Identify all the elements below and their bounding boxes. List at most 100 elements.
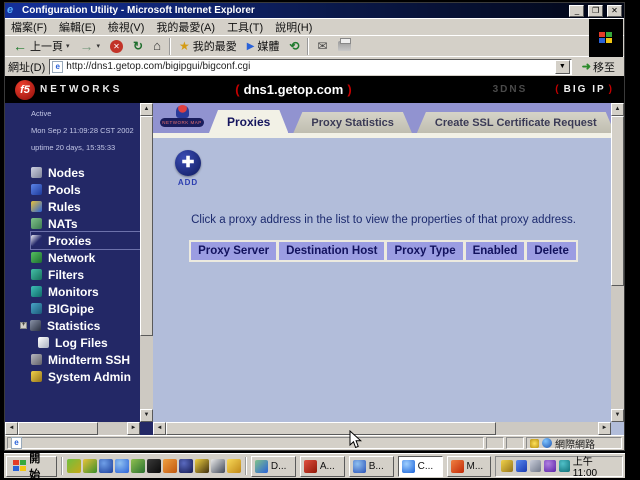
clock[interactable]: 上午 11:00 (573, 453, 617, 479)
sidebar-vertical-scrollbar[interactable] (140, 103, 153, 422)
scroll-down-icon[interactable] (140, 409, 153, 422)
sidebar-item-system-admin[interactable]: System Admin (31, 368, 153, 385)
menu-favorites[interactable]: 我的最愛(A) (156, 19, 215, 35)
scrollbar-thumb[interactable] (140, 116, 153, 336)
scrollbar-thumb[interactable] (611, 116, 624, 286)
media-button[interactable]: 媒體 (242, 37, 285, 56)
menu-tools[interactable]: 工具(T) (227, 19, 263, 35)
scroll-left-icon[interactable] (153, 422, 166, 435)
network-map-button[interactable]: NETWORK MAP (160, 105, 204, 127)
print-button[interactable] (333, 37, 356, 56)
link-3dns[interactable]: 3DNS (493, 84, 528, 95)
column-destination-host[interactable]: Destination Host (279, 242, 384, 260)
sidebar-item-filters[interactable]: Filters (31, 266, 153, 283)
quick-launch-icon[interactable] (163, 459, 177, 473)
stop-button[interactable] (105, 37, 128, 56)
column-delete[interactable]: Delete (527, 242, 576, 260)
title-bar[interactable]: Configuration Utility - Microsoft Intern… (5, 3, 624, 18)
close-button[interactable] (607, 5, 622, 17)
sidebar-item-rules[interactable]: Rules (31, 198, 153, 215)
menu-help[interactable]: 說明(H) (275, 19, 312, 35)
minimize-button[interactable] (569, 5, 584, 17)
sidebar-item-label: BIGpipe (48, 302, 94, 316)
volume-icon[interactable] (501, 460, 512, 472)
add-button[interactable]: ADD (171, 150, 205, 187)
sidebar-item-proxies[interactable]: Proxies (31, 232, 153, 249)
pools-icon (31, 184, 42, 195)
quick-launch-icon[interactable] (131, 459, 145, 473)
address-dropdown-button[interactable] (555, 60, 570, 74)
scrollbar-track[interactable] (98, 422, 127, 435)
taskbar-window-button[interactable]: M... (447, 456, 492, 477)
favorites-button[interactable]: 我的最愛 (174, 37, 242, 56)
scrollbar-track[interactable] (611, 286, 624, 409)
mail-button[interactable] (312, 37, 332, 56)
column-proxy-server[interactable]: Proxy Server (191, 242, 276, 260)
sidebar-item-nodes[interactable]: Nodes (31, 164, 153, 181)
column-proxy-type[interactable]: Proxy Type (387, 242, 462, 260)
scroll-up-icon[interactable] (140, 103, 153, 116)
history-button[interactable] (284, 37, 304, 56)
sidebar-item-log-files[interactable]: Log Files (31, 334, 153, 351)
content-vertical-scrollbar[interactable] (611, 103, 624, 422)
f5-logo-icon[interactable]: f5 (15, 80, 35, 100)
taskbar-window-button[interactable]: D... (251, 456, 296, 477)
sidebar-item-nats[interactable]: NATs (31, 215, 153, 232)
scroll-down-icon[interactable] (611, 409, 624, 422)
sidebar-item-statistics[interactable]: Statistics (31, 317, 153, 334)
content-horizontal-scrollbar[interactable] (153, 422, 611, 435)
scroll-up-icon[interactable] (611, 103, 624, 116)
quick-launch-icon[interactable] (179, 459, 193, 473)
quick-launch-icon[interactable] (99, 459, 113, 473)
scroll-right-icon[interactable] (598, 422, 611, 435)
quick-launch-icon[interactable] (67, 459, 81, 473)
scroll-left-icon[interactable] (5, 422, 18, 435)
address-input[interactable]: http://dns1.getop.com/bigipgui/bigconf.c… (49, 59, 572, 75)
tray-app-icon[interactable] (544, 460, 555, 472)
tab-create-ssl-certificate-request[interactable]: Create SSL Certificate Request (417, 112, 615, 133)
bracket-left: ( (235, 82, 239, 97)
maximize-button[interactable] (588, 5, 603, 17)
quick-launch-icon[interactable] (83, 459, 97, 473)
sidebar-item-bigpipe[interactable]: BIGpipe (31, 300, 153, 317)
quick-launch-icon[interactable] (115, 459, 129, 473)
display-icon[interactable] (530, 460, 541, 472)
start-button[interactable]: 開始 (6, 456, 57, 477)
expand-icon[interactable] (20, 322, 27, 329)
scrollbar-thumb[interactable] (166, 422, 496, 435)
windows-flag-icon (13, 460, 26, 472)
scrollbar-track[interactable] (140, 336, 153, 409)
mouse-cursor (349, 430, 362, 449)
scrollbar-thumb[interactable] (18, 422, 98, 435)
sidebar-item-pools[interactable]: Pools (31, 181, 153, 198)
taskbar-window-button[interactable]: A... (300, 456, 345, 477)
link-bigip[interactable]: BIG IP (555, 84, 614, 95)
menu-view[interactable]: 檢視(V) (108, 19, 145, 35)
menu-edit[interactable]: 編輯(E) (59, 19, 96, 35)
tab-proxies[interactable]: Proxies (209, 110, 288, 133)
quick-launch-icon[interactable] (211, 459, 225, 473)
taskbar-window-button[interactable]: B... (349, 456, 394, 477)
forward-button[interactable] (75, 37, 106, 56)
back-button[interactable]: 上一頁 (8, 37, 75, 56)
quick-launch-icon[interactable] (147, 459, 161, 473)
column-enabled[interactable]: Enabled (466, 242, 525, 260)
scroll-right-icon[interactable] (127, 422, 140, 435)
status-pane (486, 437, 504, 449)
tray-app-icon[interactable] (559, 460, 570, 472)
quick-launch-icon[interactable] (227, 459, 241, 473)
tab-proxy-statistics[interactable]: Proxy Statistics (293, 112, 412, 133)
scrollbar-track[interactable] (496, 422, 598, 435)
sidebar-item-monitors[interactable]: Monitors (31, 283, 153, 300)
go-button[interactable]: 移至 (576, 58, 621, 76)
home-button[interactable] (148, 37, 166, 56)
taskbar-button-label: B... (369, 461, 384, 472)
sidebar-item-network[interactable]: Network (31, 249, 153, 266)
message-icon[interactable] (516, 460, 527, 472)
sidebar-item-mindterm-ssh[interactable]: Mindterm SSH (31, 351, 153, 368)
menu-file[interactable]: 檔案(F) (11, 19, 47, 35)
quick-launch-icon[interactable] (195, 459, 209, 473)
refresh-button[interactable] (128, 37, 148, 56)
sidebar-horizontal-scrollbar[interactable] (5, 422, 140, 435)
taskbar-window-button-active[interactable]: C... (398, 456, 443, 477)
